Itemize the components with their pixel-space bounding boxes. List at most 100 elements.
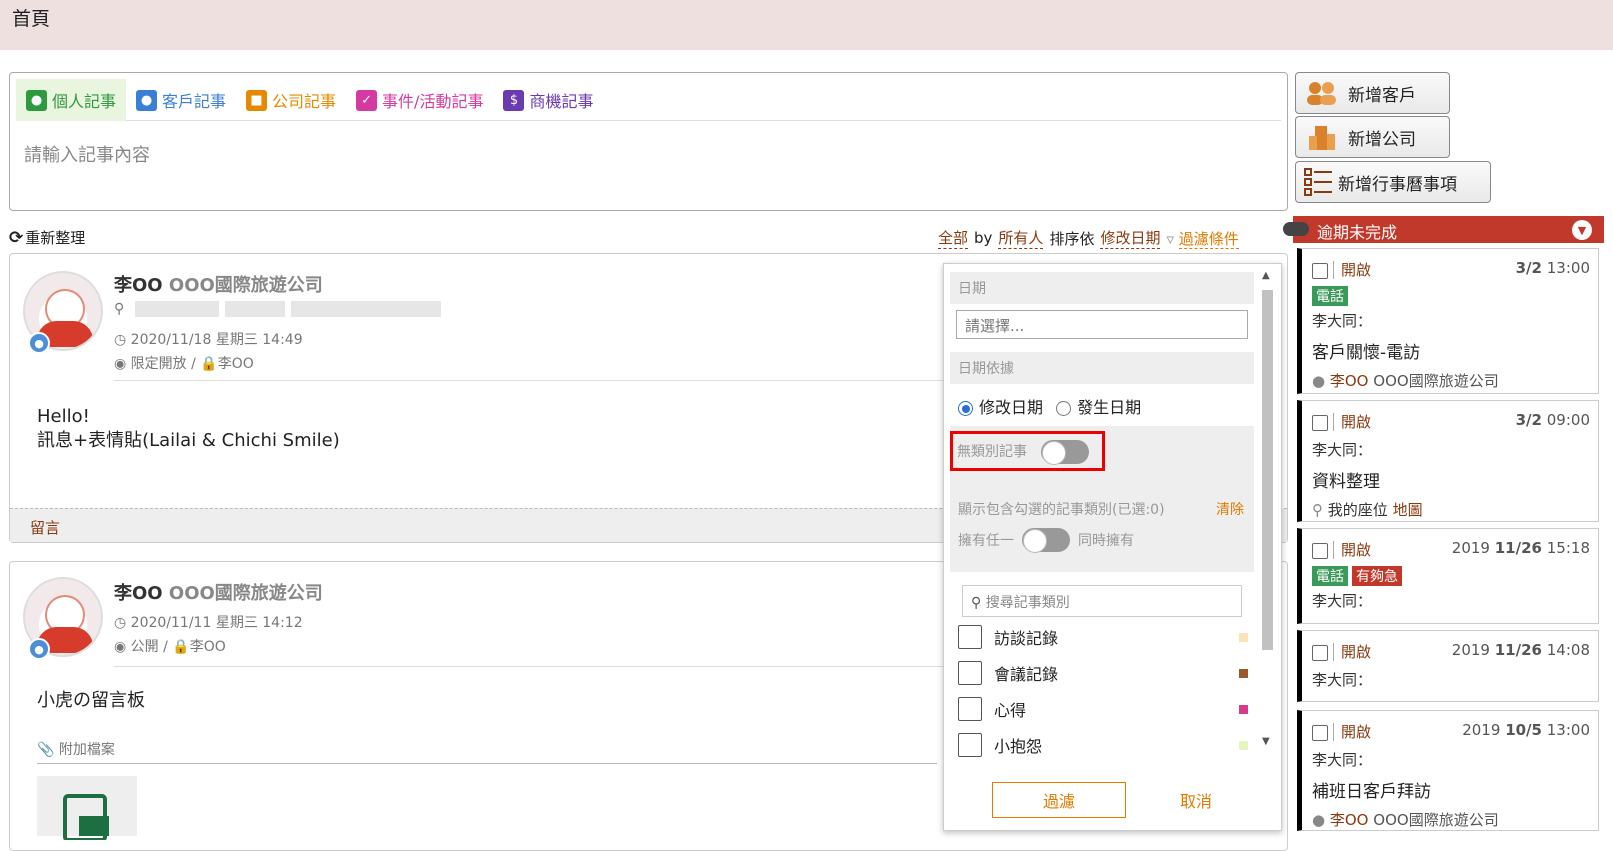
- add-company-button[interactable]: 新增公司: [1295, 116, 1450, 158]
- apply-filter-button[interactable]: 過濾: [992, 782, 1126, 818]
- author-name[interactable]: 李OO: [114, 583, 163, 604]
- excel-file-icon[interactable]: [37, 776, 137, 840]
- sort-toolbar: 全部 by 所有人 排序依 修改日期 ▿ 過濾條件: [938, 227, 1239, 249]
- author-name[interactable]: 李OO: [114, 275, 163, 296]
- scope-dropdown[interactable]: 全部: [938, 227, 969, 249]
- task-with: 李大同：: [1312, 671, 1373, 689]
- category-item[interactable]: 心得: [958, 696, 1248, 722]
- task-checkbox[interactable]: [1312, 262, 1328, 279]
- add-calendar-button[interactable]: 新增行事曆事項: [1295, 161, 1491, 203]
- content-line: 訊息+表情貼(Lailai & Chichi Smile): [37, 430, 340, 451]
- tab-label: 商機記事: [529, 92, 594, 111]
- radio-occurred-date[interactable]: 發生日期: [1056, 398, 1141, 417]
- tab-customer-note[interactable]: ● 客戶記事: [126, 79, 236, 121]
- category-checkbox[interactable]: [958, 697, 982, 721]
- task-person[interactable]: 李OO: [1330, 372, 1369, 390]
- task-checkbox[interactable]: [1312, 644, 1328, 661]
- post-content: 小虎の留言板: [37, 689, 145, 713]
- refresh-label: 重新整理: [25, 229, 86, 247]
- author-company[interactable]: OOO國際旅遊公司: [169, 583, 323, 604]
- task-with: 李大同：: [1312, 312, 1373, 330]
- filter-toggle[interactable]: ▿ 過濾條件: [1166, 228, 1239, 249]
- category-search-input[interactable]: ⚲ 搜尋記事類別: [962, 585, 1242, 617]
- category-color-swatch: [1239, 632, 1248, 642]
- task-with: 李大同：: [1312, 751, 1373, 769]
- tab-event-note[interactable]: ✓ 事件/活動記事: [346, 79, 493, 121]
- task-card[interactable]: 開啟 2019 11/26 14:08 李大同：: [1297, 630, 1599, 702]
- post-datetime: ◷ 2020/11/18 星期三 14:49: [114, 329, 303, 349]
- cancel-filter-button[interactable]: 取消: [1156, 782, 1236, 818]
- location-pin-icon: ⚲: [114, 301, 125, 317]
- task-card[interactable]: 開啟 3/2 13:00 電話 李大同： 客戶關懷-電訪 ● 李OO OOO國際…: [1297, 248, 1599, 394]
- comment-button[interactable]: 留言: [30, 517, 60, 538]
- author-company[interactable]: OOO國際旅遊公司: [169, 275, 323, 296]
- match-mode-toggle[interactable]: [1022, 528, 1070, 553]
- no-category-label: 無類別記事: [957, 444, 1027, 460]
- category-checkbox[interactable]: [958, 661, 982, 685]
- tab-label: 事件/活動記事: [382, 92, 484, 111]
- task-org[interactable]: OOO國際旅遊公司: [1373, 811, 1498, 829]
- category-checkbox[interactable]: [958, 733, 982, 757]
- tag-badge: 有夠急: [1352, 566, 1402, 586]
- toggle-switch-icon[interactable]: [1283, 222, 1309, 236]
- task-checkbox[interactable]: [1312, 542, 1328, 559]
- post-author: 李OO OOO國際旅遊公司: [114, 271, 323, 297]
- person-icon: ●: [26, 89, 47, 111]
- category-item[interactable]: 小抱怨: [958, 732, 1248, 758]
- task-person[interactable]: 李OO: [1330, 811, 1369, 829]
- tab-company-note[interactable]: ■ 公司記事: [236, 79, 346, 121]
- building-icon: [1304, 121, 1340, 153]
- list-icon: [1304, 166, 1334, 198]
- user-badge-icon: ●: [28, 332, 50, 354]
- clear-button[interactable]: 清除: [1216, 499, 1244, 519]
- task-card[interactable]: 開啟 2019 10/5 13:00 李大同： 補班日客戶拜訪 ● 李OO OO…: [1297, 710, 1599, 831]
- task-status: 開啟: [1333, 643, 1372, 661]
- note-content-input[interactable]: 請輸入記事內容: [24, 141, 150, 167]
- task-with: 李大同：: [1312, 592, 1373, 610]
- visibility-text[interactable]: 限定開放: [131, 356, 187, 372]
- include-categories-label: 顯示包含勾選的記事類別(已選:0): [958, 502, 1165, 518]
- category-item[interactable]: 訪談記錄: [958, 624, 1248, 650]
- tab-label: 客戶記事: [162, 92, 227, 111]
- date-picker-input[interactable]: 請選擇...: [956, 310, 1248, 339]
- customer-icon: ●: [136, 89, 158, 111]
- map-link[interactable]: 地圖: [1393, 501, 1423, 519]
- radio-modified-date[interactable]: 修改日期: [958, 398, 1043, 417]
- tab-label: 個人記事: [52, 92, 117, 111]
- task-title: 客戶關懷-電訪: [1312, 343, 1421, 363]
- tag-badge: 電話: [1312, 286, 1348, 306]
- task-card[interactable]: 開啟 3/2 09:00 李大同： 資料整理 ⚲ 我的座位 地圖: [1297, 400, 1599, 522]
- any-label: 擁有任一: [958, 533, 1014, 549]
- panel-scrollbar[interactable]: ▲ ▼: [1258, 268, 1276, 752]
- scroll-down-icon[interactable]: ▼: [1262, 736, 1270, 747]
- category-item[interactable]: 會議記錄: [958, 660, 1248, 686]
- tab-opportunity-note[interactable]: $ 商機記事: [493, 79, 603, 121]
- location-pin-icon: ⚲: [1312, 501, 1323, 519]
- no-category-toggle[interactable]: [1041, 440, 1090, 465]
- add-customer-button[interactable]: 新增客戶: [1295, 72, 1450, 114]
- task-org[interactable]: OOO國際旅遊公司: [1373, 372, 1498, 390]
- sort-field-dropdown[interactable]: 修改日期: [1100, 227, 1161, 249]
- date-section-header: 日期: [950, 272, 1254, 304]
- scroll-up-icon[interactable]: ▲: [1262, 270, 1270, 281]
- refresh-button[interactable]: ⟳ 重新整理: [9, 227, 85, 248]
- company-icon: ■: [246, 89, 268, 111]
- task-title: 資料整理: [1312, 472, 1380, 492]
- refresh-icon: ⟳: [9, 227, 24, 248]
- tab-personal-note[interactable]: ● 個人記事: [16, 79, 127, 121]
- overdue-header[interactable]: 逾期未完成 ▼: [1283, 216, 1604, 243]
- task-year: 2019: [1451, 539, 1490, 557]
- by-label: by: [974, 229, 993, 247]
- task-card[interactable]: 開啟 2019 11/26 15:18 電話 有夠急 李大同：: [1297, 528, 1599, 624]
- category-checkbox[interactable]: [958, 625, 982, 649]
- task-checkbox[interactable]: [1312, 414, 1328, 431]
- chevron-down-icon[interactable]: ▼: [1572, 220, 1592, 240]
- add-calendar-label: 新增行事曆事項: [1338, 174, 1457, 195]
- task-time: 13:00: [1546, 259, 1590, 277]
- owner-dropdown[interactable]: 所有人: [998, 227, 1044, 249]
- task-checkbox[interactable]: [1312, 724, 1328, 741]
- post-location: ⚲: [114, 301, 441, 317]
- task-time: 09:00: [1546, 411, 1590, 429]
- visibility-text[interactable]: 公開: [131, 639, 159, 655]
- category-color-swatch: [1239, 740, 1248, 750]
